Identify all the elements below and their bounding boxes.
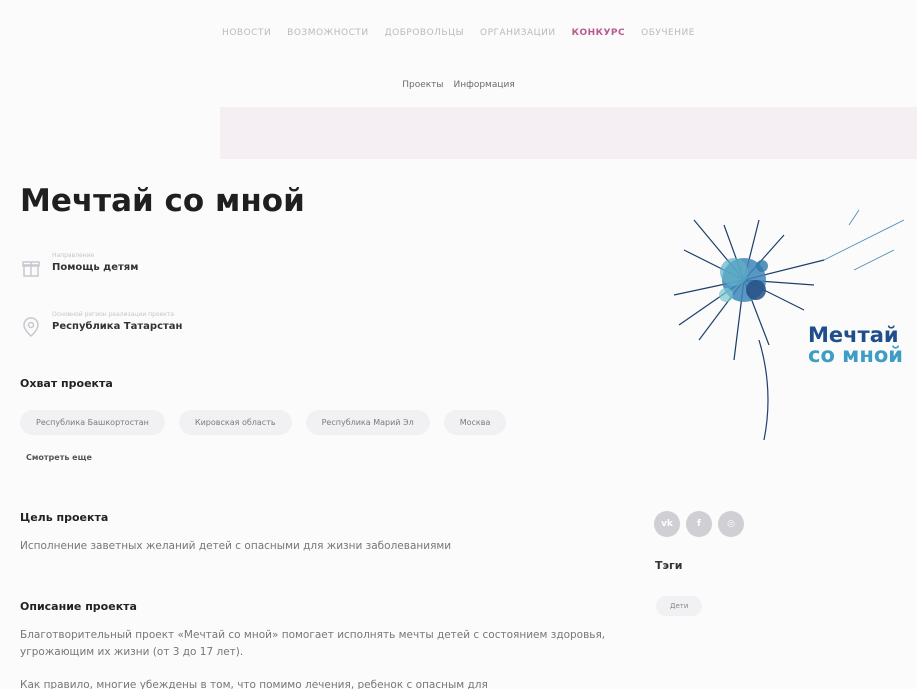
- goal-text: Исполнение заветных желаний детей с опас…: [20, 540, 452, 552]
- instagram-icon[interactable]: ◎: [718, 511, 744, 537]
- region-chip[interactable]: Республика Башкортостан: [20, 410, 165, 435]
- tab-projects[interactable]: Проекты: [396, 80, 462, 109]
- top-navigation: НОВОСТИ ВОЗМОЖНОСТИ ДОБРОВОЛЬЦЫ ОРГАНИЗА…: [0, 28, 917, 38]
- gift-icon: [22, 261, 40, 277]
- region-caption: Основной регион реализации проекта: [52, 311, 175, 318]
- logo-line-1: Мечтай: [808, 323, 899, 347]
- hero-banner: [220, 107, 917, 159]
- coverage-regions: Республика Башкортостан Кировская област…: [20, 410, 580, 470]
- nav-opportunities[interactable]: ВОЗМОЖНОСТИ: [287, 28, 368, 38]
- page-title: Мечтай со мной: [20, 183, 305, 219]
- coverage-heading: Охват проекта: [20, 377, 113, 390]
- social-share: vk f ◎: [654, 511, 744, 537]
- direction-value: Помощь детям: [52, 262, 139, 273]
- region-chip[interactable]: Республика Марий Эл: [305, 410, 430, 435]
- region-chip[interactable]: Кировская область: [178, 410, 292, 435]
- logo-line-2: со мной: [808, 343, 904, 367]
- description-heading: Описание проекта: [20, 600, 137, 613]
- direction-caption: Направление: [52, 252, 95, 259]
- nav-contest[interactable]: КОНКУРС: [572, 28, 626, 38]
- logo-text: Мечтай со мной: [808, 323, 904, 367]
- direction-row: Направление Помощь детям: [22, 252, 138, 278]
- nav-organizations[interactable]: ОРГАНИЗАЦИИ: [480, 28, 556, 38]
- nav-learning[interactable]: ОБУЧЕНИЕ: [641, 28, 695, 38]
- tag-chip[interactable]: Дети: [656, 596, 703, 616]
- show-more-button[interactable]: Смотреть еще: [20, 445, 108, 470]
- facebook-icon[interactable]: f: [686, 511, 712, 537]
- goal-heading: Цель проекта: [20, 511, 109, 524]
- description-paragraph: Как правило, многие убеждены в том, что …: [20, 679, 488, 689]
- region-chip[interactable]: Москва: [443, 410, 507, 435]
- location-pin-icon: [23, 317, 39, 337]
- vk-icon[interactable]: vk: [654, 511, 680, 537]
- region-value: Республика Татарстан: [52, 321, 183, 332]
- description-paragraph: Благотворительный проект «Мечтай со мной…: [20, 629, 606, 658]
- tags-heading: Тэги: [655, 559, 683, 572]
- region-row: Основной регион реализации проекта Респу…: [22, 311, 182, 337]
- tab-information[interactable]: Информация: [454, 80, 515, 90]
- sub-tabs: Проекты Информация: [0, 80, 917, 109]
- nav-volunteers[interactable]: ДОБРОВОЛЬЦЫ: [385, 28, 464, 38]
- nav-news[interactable]: НОВОСТИ: [222, 28, 271, 38]
- page: НОВОСТИ ВОЗМОЖНОСТИ ДОБРОВОЛЬЦЫ ОРГАНИЗА…: [0, 0, 917, 689]
